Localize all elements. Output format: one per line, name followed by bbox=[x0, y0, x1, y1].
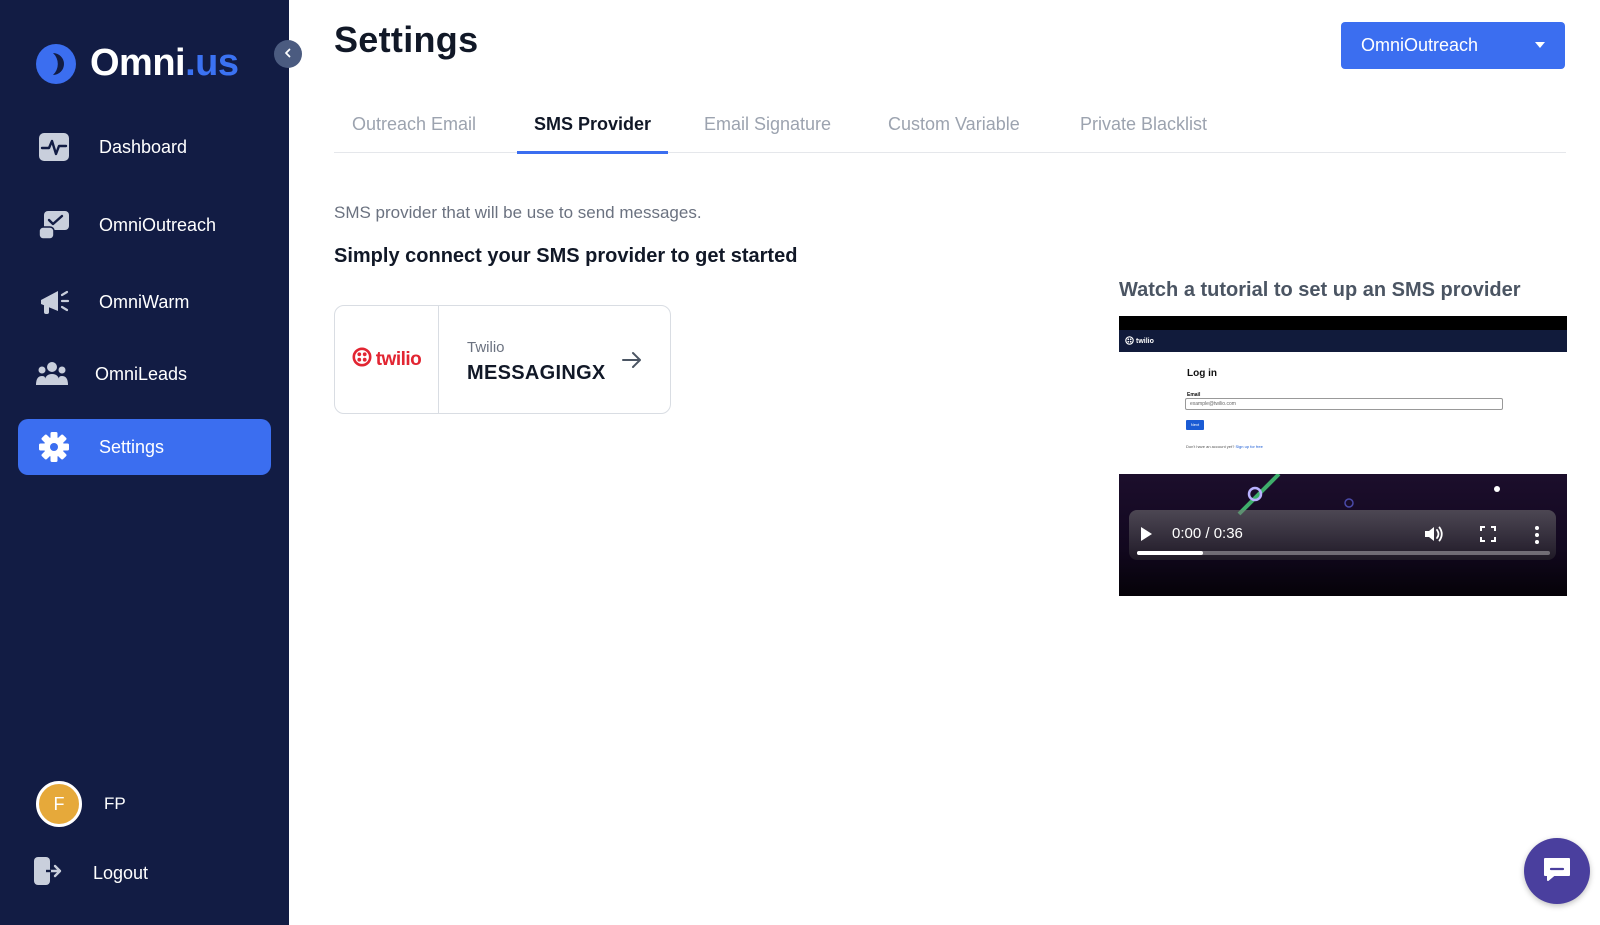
chat-widget-button[interactable] bbox=[1524, 838, 1590, 904]
section-heading: Simply connect your SMS provider to get … bbox=[334, 245, 798, 267]
sidebar-item-omnioutreach[interactable]: OmniOutreach bbox=[18, 197, 271, 253]
gear-icon bbox=[38, 432, 70, 462]
sidebar-item-settings[interactable]: Settings bbox=[18, 419, 271, 475]
dashboard-icon bbox=[38, 132, 70, 162]
provider-name: Twilio bbox=[467, 339, 505, 356]
outreach-icon bbox=[38, 210, 70, 240]
twilio-logo-text: twilio bbox=[375, 348, 422, 370]
logout-button[interactable]: Logout bbox=[33, 856, 148, 891]
video-frame-brand: twilio bbox=[1136, 337, 1154, 345]
video-frame-button: Next bbox=[1186, 420, 1204, 430]
video-frame-header: twilio bbox=[1119, 330, 1567, 352]
tutorial-title: Watch a tutorial to set up an SMS provid… bbox=[1119, 279, 1521, 301]
arrow-right-icon bbox=[621, 350, 643, 370]
sidebar: Omni.us Dashboard OmniOutreach OmniWarm … bbox=[0, 0, 289, 925]
video-controls: 0:00 / 0:36 bbox=[1129, 510, 1556, 560]
provider-card-twilio[interactable]: twilio Twilio MESSAGINGX bbox=[334, 305, 671, 414]
user-profile[interactable]: F FP bbox=[36, 781, 126, 827]
volume-icon[interactable] bbox=[1423, 524, 1445, 544]
section-subtitle: SMS provider that will be use to send me… bbox=[334, 203, 702, 222]
video-progress-track[interactable] bbox=[1137, 551, 1550, 555]
sidebar-item-omnileads[interactable]: OmniLeads bbox=[18, 346, 271, 402]
sidebar-item-dashboard[interactable]: Dashboard bbox=[18, 119, 271, 175]
avatar: F bbox=[36, 781, 82, 827]
sidebar-item-label: OmniWarm bbox=[99, 291, 190, 312]
logo-mark-icon bbox=[36, 43, 76, 84]
video-frame-content: Log in Email example@twilio.com Next Don… bbox=[1119, 352, 1567, 474]
app-logo[interactable]: Omni.us bbox=[36, 42, 239, 85]
video-frame-title: Log in bbox=[1187, 368, 1217, 379]
page-title: Settings bbox=[334, 19, 479, 60]
sidebar-item-label: OmniLeads bbox=[95, 363, 188, 384]
user-name: FP bbox=[104, 794, 126, 813]
video-time: 0:00 / 0:36 bbox=[1172, 525, 1243, 542]
megaphone-icon bbox=[38, 287, 70, 317]
sidebar-item-label: Settings bbox=[99, 436, 165, 457]
caret-down-icon bbox=[1535, 42, 1545, 48]
tab-email-signature[interactable]: Email Signature bbox=[704, 114, 831, 153]
fullscreen-icon[interactable] bbox=[1480, 526, 1496, 542]
twilio-mark-icon bbox=[352, 347, 372, 372]
provider-account: MESSAGINGX bbox=[467, 362, 606, 384]
tab-sms-provider[interactable]: SMS Provider bbox=[516, 114, 669, 154]
tab-custom-variable[interactable]: Custom Variable bbox=[888, 114, 1020, 153]
video-frame-input: example@twilio.com bbox=[1185, 398, 1503, 410]
logo-text: Omni.us bbox=[90, 42, 239, 84]
tutorial-video[interactable]: twilio Log in Email example@twilio.com N… bbox=[1119, 316, 1567, 596]
product-select-value: OmniOutreach bbox=[1361, 35, 1479, 55]
more-options-icon[interactable] bbox=[1534, 524, 1540, 546]
sidebar-item-omniwarm[interactable]: OmniWarm bbox=[18, 274, 271, 330]
sidebar-item-label: Dashboard bbox=[99, 136, 188, 157]
video-frame-footer: Don't have an account yet? Sign up for f… bbox=[1186, 444, 1263, 449]
logout-label: Logout bbox=[93, 863, 149, 883]
twilio-logo: twilio bbox=[335, 306, 439, 413]
chevron-left-icon bbox=[283, 45, 293, 63]
collapse-sidebar-button[interactable] bbox=[274, 40, 302, 68]
users-icon bbox=[36, 359, 68, 389]
video-progress-fill bbox=[1137, 551, 1204, 555]
tab-private-blacklist[interactable]: Private Blacklist bbox=[1080, 114, 1207, 153]
logout-icon bbox=[33, 856, 63, 891]
play-icon[interactable] bbox=[1141, 527, 1152, 541]
chat-icon bbox=[1542, 856, 1572, 887]
twilio-mark-icon bbox=[1125, 332, 1134, 350]
settings-tabs: Outreach Email SMS Provider Email Signat… bbox=[334, 104, 1566, 154]
product-select[interactable]: OmniOutreach bbox=[1341, 22, 1565, 69]
tab-outreach-email[interactable]: Outreach Email bbox=[352, 114, 476, 153]
sidebar-item-label: OmniOutreach bbox=[99, 214, 217, 235]
